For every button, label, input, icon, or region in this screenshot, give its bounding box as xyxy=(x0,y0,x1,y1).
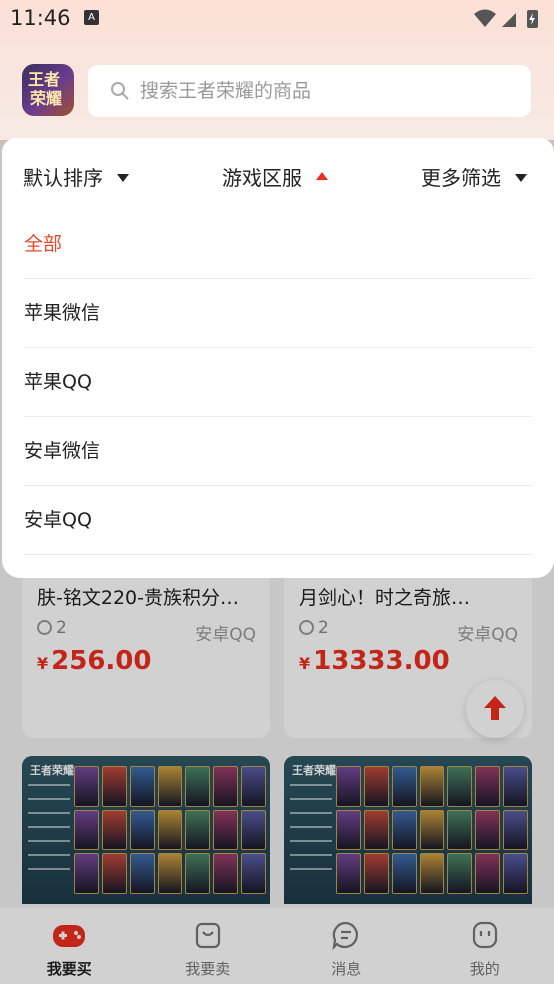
more-filters-label: 更多筛选 xyxy=(421,166,501,190)
caret-down-icon xyxy=(515,174,527,182)
header: 11:46 A 王者 荣耀 xyxy=(0,0,554,150)
region-dropdown[interactable]: 游戏区服 xyxy=(222,162,328,191)
search-input[interactable] xyxy=(140,75,510,107)
region-option-ios-wechat[interactable]: 苹果微信 xyxy=(24,279,532,348)
app-logo[interactable]: 王者 荣耀 xyxy=(22,64,74,116)
status-bar: 11:46 A xyxy=(0,0,554,40)
sort-default-label: 默认排序 xyxy=(23,166,103,190)
region-option-ios-qq[interactable]: 苹果QQ xyxy=(24,348,532,417)
signal-icon xyxy=(502,13,516,27)
search-icon xyxy=(111,82,129,100)
region-option-android-qq[interactable]: 安卓QQ xyxy=(24,486,532,555)
filter-bar: 默认排序 游戏区服 更多筛选 xyxy=(2,138,554,210)
more-filters-dropdown[interactable]: 更多筛选 xyxy=(421,162,527,191)
search-box[interactable] xyxy=(88,65,531,117)
region-options: 全部 苹果微信 苹果QQ 安卓微信 安卓QQ xyxy=(24,210,532,555)
app-logo-text-2: 荣耀 xyxy=(30,89,63,108)
wifi-icon xyxy=(474,9,496,27)
caret-down-icon xyxy=(117,174,129,182)
sort-default-dropdown[interactable]: 默认排序 xyxy=(23,162,129,191)
a-letter-icon: A xyxy=(84,10,99,25)
region-label: 游戏区服 xyxy=(222,166,302,190)
app-logo-text-1: 王者 xyxy=(28,70,61,89)
caret-up-icon xyxy=(316,172,328,180)
region-option-all[interactable]: 全部 xyxy=(24,210,532,279)
status-time: 11:46 xyxy=(10,6,71,30)
system-icons xyxy=(472,8,542,30)
region-option-android-wechat[interactable]: 安卓微信 xyxy=(24,417,532,486)
filter-panel: 默认排序 游戏区服 更多筛选 全部 苹果微信 苹果QQ 安卓微信 安卓QQ xyxy=(2,138,554,578)
